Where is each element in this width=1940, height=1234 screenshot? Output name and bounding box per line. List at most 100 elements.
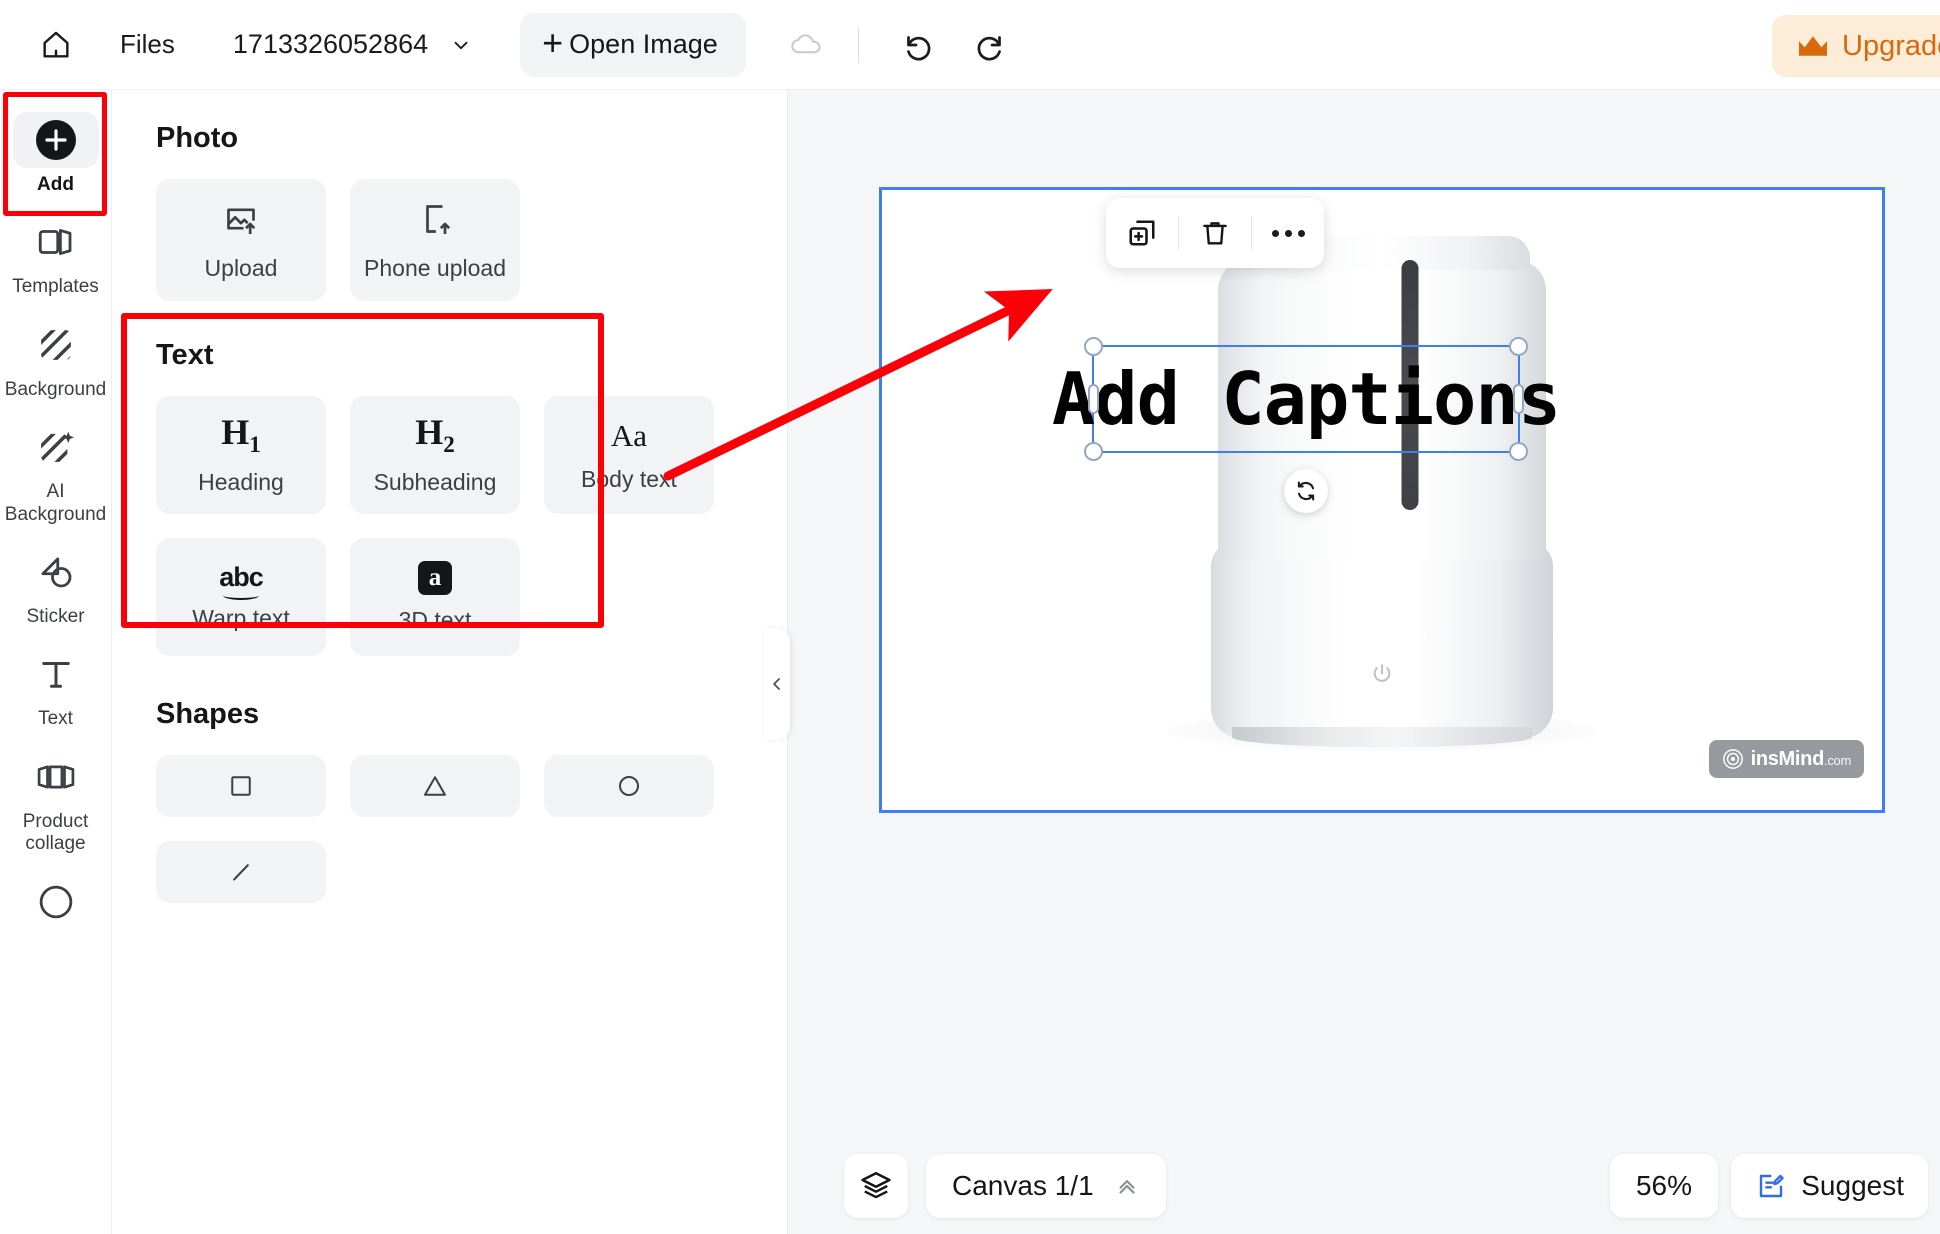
- plus-icon: +: [542, 22, 564, 63]
- open-image-button[interactable]: + Open Image: [520, 12, 746, 77]
- undo-icon: [906, 35, 931, 60]
- body-text-icon: Aa: [610, 417, 648, 453]
- body-text-card[interactable]: Aa Body text: [544, 396, 714, 514]
- rotate-handle[interactable]: [1284, 469, 1328, 513]
- sticker-icon: [40, 557, 71, 588]
- resize-handle-bottom-left[interactable]: [1084, 442, 1103, 461]
- chevron-down-icon: [454, 41, 468, 49]
- resize-handle-left[interactable]: [1088, 384, 1099, 414]
- resize-handle-top-right[interactable]: [1509, 337, 1528, 356]
- 3d-text-icon: a: [418, 560, 452, 595]
- files-menu[interactable]: Files: [120, 29, 175, 60]
- sticker-icon-wrap: [13, 544, 99, 600]
- phone-upload-card-label: Phone upload: [364, 254, 506, 281]
- cloud-save-button[interactable]: [780, 18, 834, 72]
- line-shape-card[interactable]: [156, 841, 326, 903]
- redo-button[interactable]: [965, 18, 1019, 72]
- layers-icon: [861, 1172, 891, 1199]
- delete-button[interactable]: [1179, 198, 1251, 268]
- sidebar-item-sticker[interactable]: Sticker: [6, 544, 106, 628]
- canvas-workspace[interactable]: Add Captions insMind.com: [788, 90, 1940, 1234]
- suggest-edit-icon: [1760, 1174, 1784, 1198]
- circle-shape-icon: [619, 776, 639, 796]
- text-section-title: Text: [156, 339, 214, 371]
- body-text-card-label: Body text: [581, 465, 677, 492]
- bottom-bar: Canvas 1/1 56% Suggest: [788, 1138, 1940, 1234]
- background-icon-wrap: [13, 317, 99, 373]
- more-options-button[interactable]: [1252, 198, 1324, 268]
- selected-text-object[interactable]: Add Captions: [1052, 337, 1561, 513]
- toolbar-divider: [857, 26, 859, 63]
- warp-text-icon: abc: [219, 562, 264, 600]
- text-icon-wrap: [13, 646, 99, 702]
- h2-icon: H2: [415, 412, 455, 458]
- home-icon: [43, 31, 69, 58]
- sidebar-label-ai-background: AI Background: [4, 481, 107, 525]
- sidebar-label-product-collage: Product collage: [22, 810, 89, 855]
- resize-handle-right[interactable]: [1513, 384, 1524, 414]
- redo-icon: [977, 35, 1001, 60]
- warp-text-card-label: Warp text: [192, 605, 290, 631]
- home-button[interactable]: [28, 17, 84, 73]
- more-icon-wrap: [13, 874, 99, 930]
- artboard[interactable]: Add Captions insMind.com: [879, 187, 1885, 813]
- resize-handle-bottom-right[interactable]: [1509, 442, 1528, 461]
- sidebar-label-sticker: Sticker: [26, 606, 85, 628]
- heading-card-label: Heading: [198, 468, 284, 495]
- plus-circle-icon: [35, 120, 76, 160]
- text-cards: H1 Heading H2 Subheading Aa Body text ab…: [156, 396, 743, 656]
- layers-button[interactable]: [844, 1154, 908, 1218]
- sidebar-item-templates[interactable]: Templates: [6, 214, 106, 298]
- sidebar-item-ai-background[interactable]: AI Background: [4, 419, 107, 526]
- duplicate-button[interactable]: [1106, 198, 1178, 268]
- sidebar-item-background[interactable]: Background: [5, 317, 106, 401]
- photo-cards: Upload Phone upload: [156, 179, 743, 301]
- circle-shape-card[interactable]: [544, 755, 714, 817]
- sidebar-label-templates: Templates: [12, 276, 99, 298]
- sidebar-item-more[interactable]: [6, 874, 106, 936]
- upgrade-button[interactable]: Upgrade: [1772, 15, 1940, 77]
- sidebar-label-add: Add: [37, 174, 74, 195]
- sidebar-item-product-collage[interactable]: Product collage: [6, 749, 106, 856]
- subheading-card[interactable]: H2 Subheading: [350, 396, 520, 514]
- insmind-watermark: insMind.com: [1708, 740, 1864, 778]
- phone-upload-card[interactable]: Phone upload: [350, 179, 520, 301]
- suggest-button[interactable]: Suggest: [1731, 1154, 1928, 1218]
- watermark-text: insMind.com: [1750, 747, 1852, 770]
- product-collage-icon: [37, 765, 74, 789]
- open-image-label: Open Image: [569, 29, 718, 59]
- delete-trash-icon: [1203, 222, 1227, 245]
- canvas-pages-button[interactable]: Canvas 1/1: [926, 1154, 1166, 1218]
- undo-button[interactable]: [889, 18, 943, 72]
- panel-collapse-handle[interactable]: [764, 628, 790, 740]
- sidebar-item-add[interactable]: Add: [6, 112, 106, 196]
- 3d-text-card-label: 3D text: [398, 606, 472, 633]
- upgrade-label: Upgrade: [1842, 29, 1940, 62]
- ai-background-icon-wrap: [13, 419, 99, 475]
- phone-upload-icon: [426, 204, 451, 234]
- templates-icon-wrap: [13, 214, 99, 270]
- cloud-save-icon: [791, 33, 821, 53]
- triangle-shape-card[interactable]: [350, 755, 520, 817]
- document-name-dropdown[interactable]: 1713326052864: [233, 29, 472, 60]
- templates-icon: [38, 229, 71, 256]
- 3d-text-card[interactable]: a 3D text: [350, 538, 520, 656]
- chevron-up-icon: [1119, 1180, 1135, 1194]
- insmind-editor: Files 1713326052864 + Open Image Upgrad …: [0, 0, 1940, 1234]
- background-icon: [40, 329, 71, 360]
- square-shape-icon: [231, 776, 251, 796]
- humidifier-base: [1211, 542, 1553, 747]
- zoom-level-button[interactable]: 56%: [1609, 1154, 1718, 1218]
- h1-icon: H1: [221, 412, 261, 458]
- upload-card[interactable]: Upload: [156, 179, 326, 301]
- triangle-shape-icon: [424, 776, 446, 796]
- add-icon-wrap: [12, 112, 99, 168]
- square-shape-card[interactable]: [156, 755, 326, 817]
- resize-handle-top-left[interactable]: [1084, 337, 1103, 356]
- sidebar-item-text[interactable]: Text: [6, 646, 106, 730]
- heading-card[interactable]: H1 Heading: [156, 396, 326, 514]
- rotate-icon: [1297, 481, 1315, 501]
- suggest-label: Suggest: [1801, 1170, 1904, 1201]
- more-options-icon: [1271, 229, 1305, 237]
- warp-text-card[interactable]: abc Warp text: [156, 538, 326, 656]
